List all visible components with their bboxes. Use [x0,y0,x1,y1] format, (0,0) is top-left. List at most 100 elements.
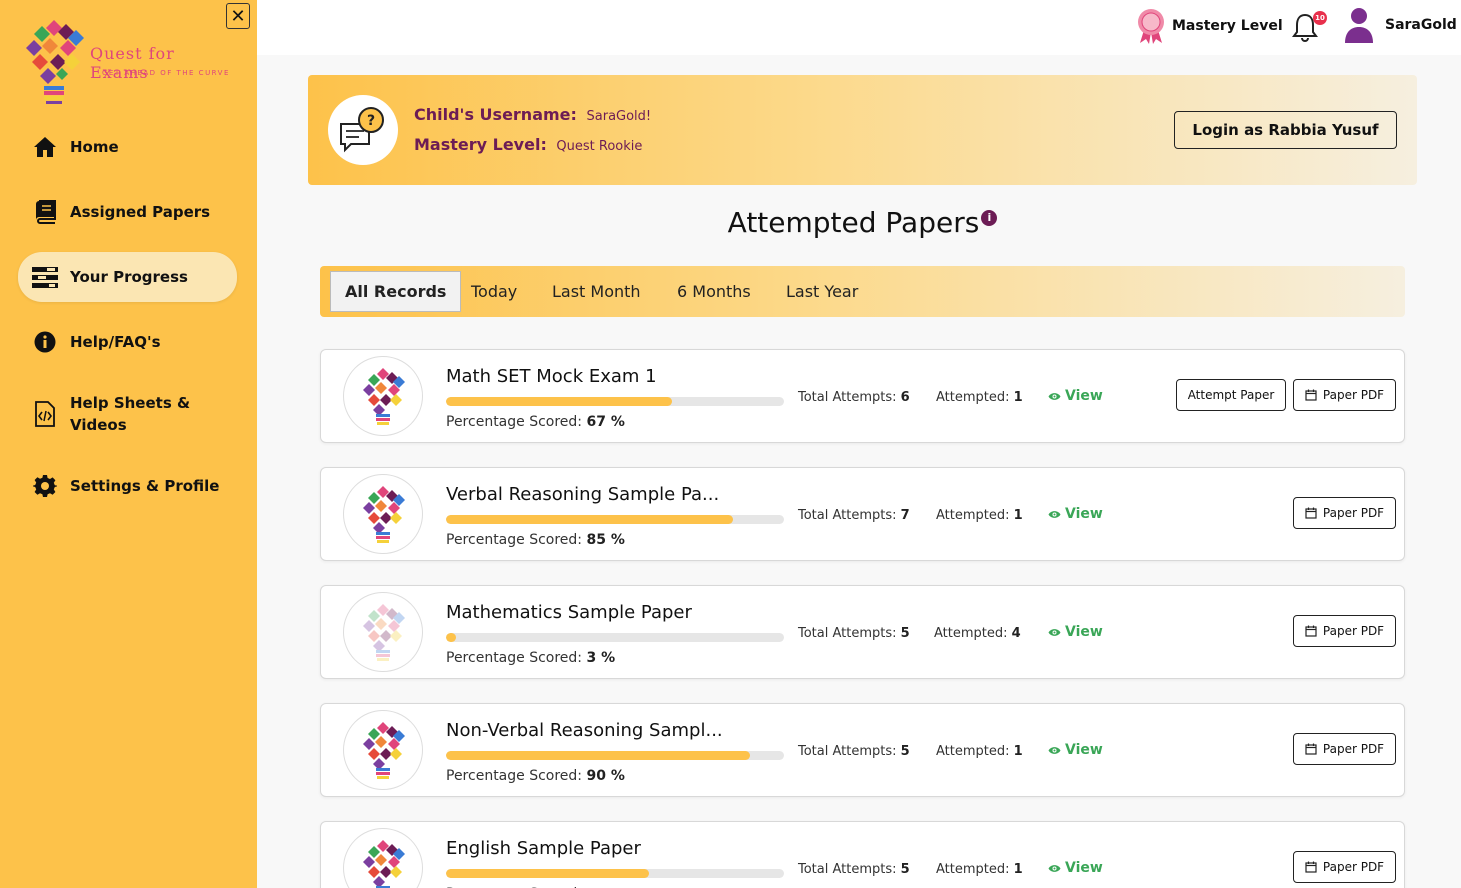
paper-title: Non-Verbal Reasoning Sampl... [446,720,723,741]
user-menu[interactable]: SaraGold [1343,6,1457,44]
sidebar-item-label: Your Progress [70,268,188,286]
attempted-label: Attempted: [936,862,1010,877]
score-progress-fill [446,751,751,760]
percentage-value: 3 % [586,650,616,666]
brand-logo[interactable]: Quest for Exams GET AHEAD OF THE CURVE [22,16,237,108]
mastery-level-label: Mastery Level [1172,18,1283,34]
view-link[interactable]: View [1048,624,1103,640]
top-bar: Mastery Level 10 SaraGold [257,0,1461,55]
svg-text:?: ? [367,113,375,129]
notifications-button[interactable]: 10 [1291,11,1327,43]
sidebar-item-settings-profile[interactable]: Settings & Profile [18,472,237,500]
view-link[interactable]: View [1048,860,1103,876]
sidebar-item-assigned-papers[interactable]: Assigned Papers [18,198,237,226]
paper-thumbnail-icon [343,710,423,790]
eye-icon [1048,746,1061,754]
attempted-label: Attempted: [936,744,1010,759]
attempted-value: 1 [1013,862,1023,877]
sidebar-item-home[interactable]: Home [18,133,237,161]
score-progress-fill [446,869,649,878]
paper-thumbnail-icon [343,828,423,888]
paper-pdf-button[interactable]: Paper PDF [1293,379,1396,411]
score-progress-bar [446,633,784,642]
sidebar-item-label: Help/FAQ's [70,333,161,351]
percentage-label: Percentage Scored: [446,650,583,666]
paper-pdf-button[interactable]: Paper PDF [1293,733,1396,765]
total-attempts: Total Attempts: 5 [798,744,910,759]
paper-pdf-button[interactable]: Paper PDF [1293,851,1396,883]
logo-bulb-icon [26,20,84,104]
attempted-value: 1 [1013,390,1023,405]
sidebar-item-help-faq[interactable]: Help/FAQ's [18,328,237,356]
view-link[interactable]: View [1048,388,1103,404]
total-attempts-label: Total Attempts: [798,508,897,523]
code-file-icon [32,401,58,427]
record-card: English Sample Paper Percentage Scored: … [320,821,1405,888]
view-label: View [1065,742,1103,758]
paper-title: Math SET Mock Exam 1 [446,366,657,387]
tab-all-records[interactable]: All Records [330,271,462,312]
total-attempts-label: Total Attempts: [798,390,897,405]
paper-pdf-button[interactable]: Paper PDF [1293,497,1396,529]
score-progress-bar [446,869,784,878]
attempted-count: Attempted: 4 [934,626,1021,641]
attempted-label: Attempted: [934,626,1008,641]
username-label: SaraGold [1385,17,1457,33]
percentage-label: Percentage Scored: [446,532,583,548]
score-progress-bar [446,751,784,760]
child-username-value: SaraGold! [586,109,652,124]
mastery-level-link[interactable]: Mastery Level [1136,8,1283,44]
paper-pdf-label: Paper PDF [1322,506,1385,520]
total-attempts-label: Total Attempts: [798,862,897,877]
view-link[interactable]: View [1048,506,1103,522]
child-username-row: Child's Username: SaraGold! [414,105,651,124]
tab-6-months[interactable]: 6 Months [677,271,751,312]
paper-pdf-button[interactable]: Paper PDF [1293,615,1396,647]
paper-title: English Sample Paper [446,838,641,859]
attempted-label: Attempted: [936,508,1010,523]
tab-last-year[interactable]: Last Year [786,271,858,312]
percentage-scored: Percentage Scored: 3 % [446,650,615,666]
sidebar-item-your-progress[interactable]: Your Progress [18,252,237,302]
calendar-icon [1305,743,1317,755]
sidebar-item-label: Help Sheets & [70,394,191,412]
paper-thumbnail-icon [343,592,423,672]
total-attempts: Total Attempts: 6 [798,390,910,405]
attempted-value: 1 [1013,744,1023,759]
gear-icon [32,473,58,499]
page-title-text: Attempted Papers [727,206,980,239]
total-attempts: Total Attempts: 7 [798,508,910,523]
attempt-paper-button[interactable]: Attempt Paper [1176,379,1286,411]
paper-thumbnail-icon [343,474,423,554]
total-attempts: Total Attempts: 5 [798,862,910,877]
record-card: Verbal Reasoning Sample Pa... Percentage… [320,467,1405,561]
tab-today[interactable]: Today [471,271,517,312]
info-icon[interactable]: i [981,210,998,226]
view-link[interactable]: View [1048,742,1103,758]
percentage-value: 85 % [586,532,625,548]
attempted-count: Attempted: 1 [936,862,1023,877]
total-attempts: Total Attempts: 5 [798,626,910,641]
score-progress-fill [446,397,673,406]
attempted-count: Attempted: 1 [936,390,1023,405]
score-progress-fill [446,633,457,642]
tab-last-month[interactable]: Last Month [552,271,641,312]
attempted-value: 1 [1013,508,1023,523]
date-filter-tabs: All Records Today Last Month 6 Months La… [320,266,1405,317]
notification-count-badge: 10 [1313,11,1327,25]
sidebar-item-label-line2: Videos [70,416,127,434]
child-mastery-value: Quest Rookie [556,139,643,154]
record-card: Mathematics Sample Paper Percentage Scor… [320,585,1405,679]
calendar-icon [1305,861,1317,873]
view-label: View [1065,860,1103,876]
child-info-banner: ? Child's Username: SaraGold! Mastery Le… [308,75,1417,185]
sidebar-item-help-sheets-videos[interactable]: Help Sheets & Videos [18,391,237,437]
percentage-label: Percentage Scored: [446,768,583,784]
score-progress-fill [446,515,734,524]
percentage-value: 90 % [586,768,625,784]
eye-icon [1048,628,1061,636]
total-attempts-value: 6 [900,390,910,405]
login-as-parent-button[interactable]: Login as Rabbia Yusuf [1174,111,1397,149]
attempted-count: Attempted: 1 [936,744,1023,759]
chat-question-icon: ? [328,95,398,165]
